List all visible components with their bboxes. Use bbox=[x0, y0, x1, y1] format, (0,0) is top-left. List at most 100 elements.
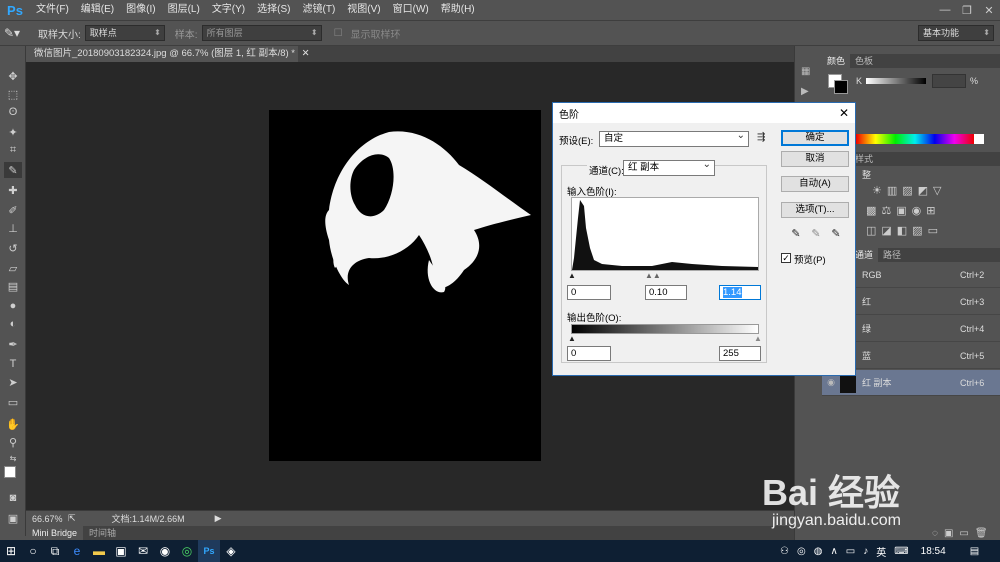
preview-checkbox[interactable]: ✓ bbox=[781, 253, 791, 263]
show-ring-checkbox[interactable]: ☐ bbox=[334, 28, 343, 39]
pen-tool-icon[interactable]: ✒ bbox=[4, 336, 22, 352]
preset-options-icon[interactable]: ⇶ bbox=[757, 132, 765, 143]
dodge-tool-icon[interactable]: ◐ bbox=[4, 316, 22, 332]
tab-color[interactable]: 颜色 bbox=[822, 54, 851, 68]
blur-tool-icon[interactable]: ● bbox=[4, 298, 22, 314]
clock[interactable]: 18:54 bbox=[921, 546, 946, 557]
eyedropper-tool-icon[interactable]: ✎ bbox=[4, 162, 22, 178]
tab-paths[interactable]: 路径 bbox=[878, 248, 906, 262]
ok-button[interactable]: 确定 bbox=[781, 130, 849, 146]
menu-view[interactable]: 视图(V) bbox=[341, 0, 386, 20]
menu-type[interactable]: 文字(Y) bbox=[206, 0, 251, 20]
foreground-color-swatch[interactable] bbox=[4, 466, 16, 478]
lasso-tool-icon[interactable]: ʘ bbox=[4, 104, 22, 120]
input-gamma-field[interactable]: 0.10 bbox=[645, 285, 687, 300]
sample-select[interactable]: 所有图层 bbox=[201, 25, 322, 41]
mail-icon[interactable]: ✉ bbox=[132, 540, 154, 562]
tray-app-icon[interactable]: ◍ bbox=[814, 546, 823, 557]
auto-button[interactable]: 自动(A) bbox=[781, 176, 849, 192]
input-black-field[interactable]: 0 bbox=[567, 285, 611, 300]
close-tab-icon[interactable]: ✕ bbox=[302, 48, 310, 59]
screen-mode-icon[interactable]: ▣ bbox=[4, 510, 22, 526]
sample-size-select[interactable]: 取样点 bbox=[84, 25, 165, 41]
document-tab[interactable]: 微信图片_20180903182324.jpg @ 66.7% (图层 1, 红… bbox=[26, 46, 310, 62]
minimize-icon[interactable]: — bbox=[934, 0, 956, 20]
ime-indicator[interactable]: 英 bbox=[876, 544, 886, 559]
healing-brush-tool-icon[interactable]: ✚ bbox=[4, 182, 22, 198]
keyboard-icon[interactable]: ⌨ bbox=[894, 546, 908, 557]
history-panel-icon[interactable]: ▦ bbox=[801, 66, 810, 77]
k-value-input[interactable] bbox=[932, 74, 966, 88]
move-tool-icon[interactable]: ✥ bbox=[4, 68, 22, 84]
quick-mask-icon[interactable]: ◙ bbox=[4, 490, 22, 506]
white-output-slider-icon[interactable]: ▲ bbox=[754, 334, 762, 343]
eraser-tool-icon[interactable]: ▱ bbox=[4, 260, 22, 276]
workspace-select[interactable]: 基本功能 bbox=[918, 25, 994, 41]
close-icon[interactable]: ✕ bbox=[978, 0, 1000, 20]
tab-mini-bridge[interactable]: Mini Bridge bbox=[26, 526, 84, 540]
network-icon[interactable]: ▭ bbox=[846, 546, 855, 557]
store-icon[interactable]: ▣ bbox=[110, 540, 132, 562]
swap-colors-icon[interactable]: ⇆ bbox=[4, 450, 22, 466]
notifications-icon[interactable]: ▤ bbox=[970, 546, 979, 557]
chevron-up-icon[interactable]: ∧ bbox=[830, 546, 837, 557]
clone-stamp-tool-icon[interactable]: ⊥ bbox=[4, 220, 22, 236]
magic-wand-tool-icon[interactable]: ✦ bbox=[4, 124, 22, 140]
adjustment-icons-row-3[interactable]: ◫◪◧▨▭ bbox=[866, 224, 943, 237]
menu-edit[interactable]: 编辑(E) bbox=[75, 0, 120, 20]
options-button[interactable]: 选项(T)... bbox=[781, 202, 849, 218]
color-panel-bg-swatch[interactable] bbox=[834, 80, 848, 94]
history-brush-tool-icon[interactable]: ↺ bbox=[4, 240, 22, 256]
menu-filter[interactable]: 滤镜(T) bbox=[297, 0, 342, 20]
color-ramp[interactable] bbox=[856, 134, 974, 144]
paint-icon[interactable]: ◈ bbox=[220, 540, 242, 562]
k-slider[interactable] bbox=[866, 78, 926, 84]
black-input-slider-icon[interactable]: ▲ bbox=[568, 271, 576, 280]
task-view-icon[interactable]: ⧉ bbox=[44, 540, 66, 562]
volume-icon[interactable]: ♪ bbox=[863, 546, 868, 557]
windows-start-icon[interactable]: ⊞ bbox=[0, 540, 22, 562]
input-white-field[interactable]: 1.14 bbox=[719, 285, 761, 300]
preset-select[interactable]: 自定 bbox=[599, 129, 749, 147]
menu-layer[interactable]: 图层(L) bbox=[162, 0, 206, 20]
app-icon[interactable]: ◉ bbox=[154, 540, 176, 562]
zoom-tool-icon[interactable]: ⚲ bbox=[4, 434, 22, 450]
color-ramp-white[interactable] bbox=[974, 134, 984, 144]
play-actions-icon[interactable]: ▶ bbox=[801, 86, 809, 97]
photoshop-taskbar-icon[interactable]: Ps bbox=[198, 540, 220, 562]
gamma-input-slider-icon[interactable]: ▲▲ bbox=[645, 271, 661, 280]
people-icon[interactable]: ⚇ bbox=[780, 546, 789, 557]
type-tool-icon[interactable]: T bbox=[4, 356, 22, 372]
output-white-field[interactable]: 255 bbox=[719, 346, 761, 361]
visibility-eye-icon[interactable]: ◉ bbox=[822, 377, 840, 388]
adjustment-icons-row-2[interactable]: ▩⚖▣◉⊞ bbox=[866, 204, 940, 217]
rectangle-tool-icon[interactable]: ▭ bbox=[4, 394, 22, 410]
search-icon[interactable]: ○ bbox=[22, 540, 44, 562]
menu-help[interactable]: 帮助(H) bbox=[435, 0, 481, 20]
wechat-icon[interactable]: ◎ bbox=[176, 540, 198, 562]
zoom-menu-icon[interactable]: ⇱ bbox=[68, 513, 76, 524]
zoom-level[interactable]: 66.67% bbox=[32, 514, 63, 524]
tab-swatches[interactable]: 色板 bbox=[850, 54, 878, 68]
channel-select[interactable]: 红 副本 bbox=[623, 158, 715, 176]
cancel-button[interactable]: 取消 bbox=[781, 151, 849, 167]
eyedropper-tool-icon[interactable]: ✎▾ bbox=[4, 26, 30, 40]
output-black-field[interactable]: 0 bbox=[567, 346, 611, 361]
white-eyedropper-icon[interactable]: ✎ bbox=[829, 227, 843, 241]
document-image[interactable] bbox=[269, 110, 541, 461]
dialog-close-icon[interactable]: ✕ bbox=[839, 106, 849, 120]
menu-window[interactable]: 窗口(W) bbox=[387, 0, 435, 20]
restore-icon[interactable]: ❐ bbox=[956, 0, 978, 20]
path-selection-tool-icon[interactable]: ➤ bbox=[4, 374, 22, 390]
black-eyedropper-icon[interactable]: ✎ bbox=[789, 227, 803, 241]
menu-image[interactable]: 图像(I) bbox=[120, 0, 161, 20]
file-explorer-icon[interactable]: ▬ bbox=[88, 540, 110, 562]
gradient-tool-icon[interactable]: ▤ bbox=[4, 278, 22, 294]
menu-file[interactable]: 文件(F) bbox=[30, 0, 75, 20]
wechat-tray-icon[interactable]: ◎ bbox=[797, 546, 806, 557]
edge-browser-icon[interactable]: e bbox=[66, 540, 88, 562]
status-menu-arrow-icon[interactable]: ▶ bbox=[215, 513, 222, 524]
hand-tool-icon[interactable]: ✋ bbox=[4, 416, 22, 432]
brush-tool-icon[interactable]: ✐ bbox=[4, 202, 22, 218]
menu-select[interactable]: 选择(S) bbox=[251, 0, 296, 20]
